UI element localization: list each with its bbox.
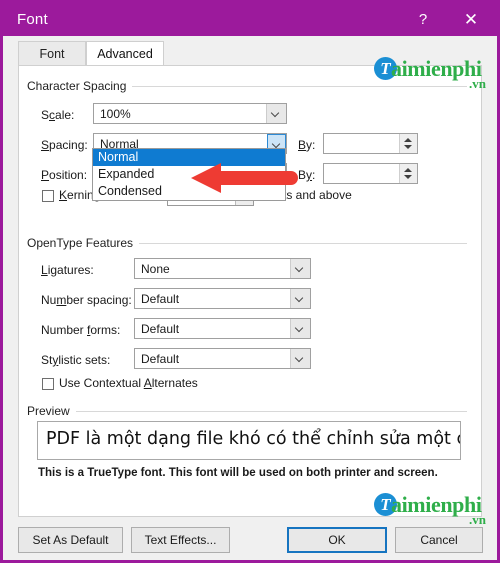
opentype-group-label: OpenType Features bbox=[27, 236, 140, 250]
ligatures-dropdown-arrow[interactable] bbox=[290, 259, 310, 278]
scale-label: Scale: bbox=[41, 108, 75, 122]
number-spacing-combobox[interactable]: Default bbox=[134, 288, 311, 309]
number-spacing-dropdown-arrow[interactable] bbox=[290, 289, 310, 308]
position-by-input[interactable] bbox=[323, 163, 418, 184]
position-label: Position: bbox=[41, 168, 88, 182]
cancel-label: Cancel bbox=[420, 533, 458, 547]
set-as-default-button[interactable]: Set As Default bbox=[18, 527, 123, 553]
dialog-title: Font bbox=[17, 11, 48, 28]
contextual-alternates-checkbox[interactable] bbox=[42, 378, 54, 390]
stylistic-sets-combobox[interactable]: Default bbox=[134, 348, 311, 369]
ligatures-value: None bbox=[141, 262, 170, 276]
font-dialog: Font ? ✕ Font Advanced Character Spacing… bbox=[0, 0, 500, 563]
tab-font[interactable]: Font bbox=[18, 41, 86, 66]
tab-strip: Font Advanced bbox=[3, 36, 497, 66]
spacing-option-expanded[interactable]: Expanded bbox=[93, 166, 285, 183]
ok-label: OK bbox=[328, 533, 346, 547]
preview-group-header: Preview bbox=[27, 404, 467, 418]
character-spacing-group-label: Character Spacing bbox=[27, 79, 133, 93]
ok-button[interactable]: OK bbox=[287, 527, 387, 553]
scale-combobox[interactable]: 100% bbox=[93, 103, 287, 124]
spacing-by-stepper[interactable] bbox=[399, 134, 417, 153]
tab-advanced[interactable]: Advanced bbox=[86, 41, 164, 66]
preview-group-label: Preview bbox=[27, 404, 76, 418]
ligatures-label: Ligatures: bbox=[41, 263, 94, 277]
spacing-option-condensed[interactable]: Condensed bbox=[93, 183, 285, 200]
ligatures-combobox[interactable]: None bbox=[134, 258, 311, 279]
spacing-by-label: By: bbox=[298, 138, 316, 152]
truetype-note: This is a TrueType font. This font will … bbox=[38, 467, 438, 479]
text-effects-button[interactable]: Text Effects... bbox=[131, 527, 230, 553]
spacing-label: Spacing: bbox=[41, 138, 88, 152]
help-icon[interactable]: ? bbox=[401, 3, 445, 36]
number-forms-value: Default bbox=[141, 322, 180, 336]
stylistic-sets-dropdown-arrow[interactable] bbox=[290, 349, 310, 368]
opentype-group-header: OpenType Features bbox=[27, 236, 467, 250]
spacing-by-input[interactable] bbox=[323, 133, 418, 154]
character-spacing-group-header: Character Spacing bbox=[27, 79, 467, 93]
spacing-option-normal[interactable]: Normal bbox=[93, 149, 285, 166]
scale-value: 100% bbox=[100, 107, 131, 121]
number-spacing-value: Default bbox=[141, 292, 180, 306]
preview-text: PDF là một dạng file khó có thể chỉnh sử… bbox=[46, 429, 460, 449]
number-forms-dropdown-arrow[interactable] bbox=[290, 319, 310, 338]
kerning-checkbox[interactable] bbox=[42, 190, 54, 202]
scale-dropdown-arrow[interactable] bbox=[266, 104, 286, 123]
set-as-default-label: Set As Default bbox=[32, 533, 109, 547]
stylistic-sets-label: Stylistic sets: bbox=[41, 353, 111, 367]
position-by-stepper[interactable] bbox=[399, 164, 417, 183]
number-forms-combobox[interactable]: Default bbox=[134, 318, 311, 339]
contextual-alternates-label: Use Contextual Alternates bbox=[59, 376, 198, 390]
advanced-panel: Character Spacing Scale: 100% Spacing: N… bbox=[18, 65, 482, 517]
number-spacing-label: Number spacing: bbox=[41, 293, 132, 307]
position-by-label: By: bbox=[298, 168, 316, 182]
close-icon[interactable]: ✕ bbox=[449, 3, 493, 36]
spacing-dropdown-list[interactable]: Normal Expanded Condensed bbox=[92, 148, 286, 201]
text-effects-label: Text Effects... bbox=[144, 533, 217, 547]
number-forms-label: Number forms: bbox=[41, 323, 121, 337]
stylistic-sets-value: Default bbox=[141, 352, 180, 366]
cancel-button[interactable]: Cancel bbox=[395, 527, 483, 553]
title-bar: Font ? ✕ bbox=[3, 3, 497, 36]
preview-box: PDF là một dạng file khó có thể chỉnh sử… bbox=[37, 421, 461, 460]
